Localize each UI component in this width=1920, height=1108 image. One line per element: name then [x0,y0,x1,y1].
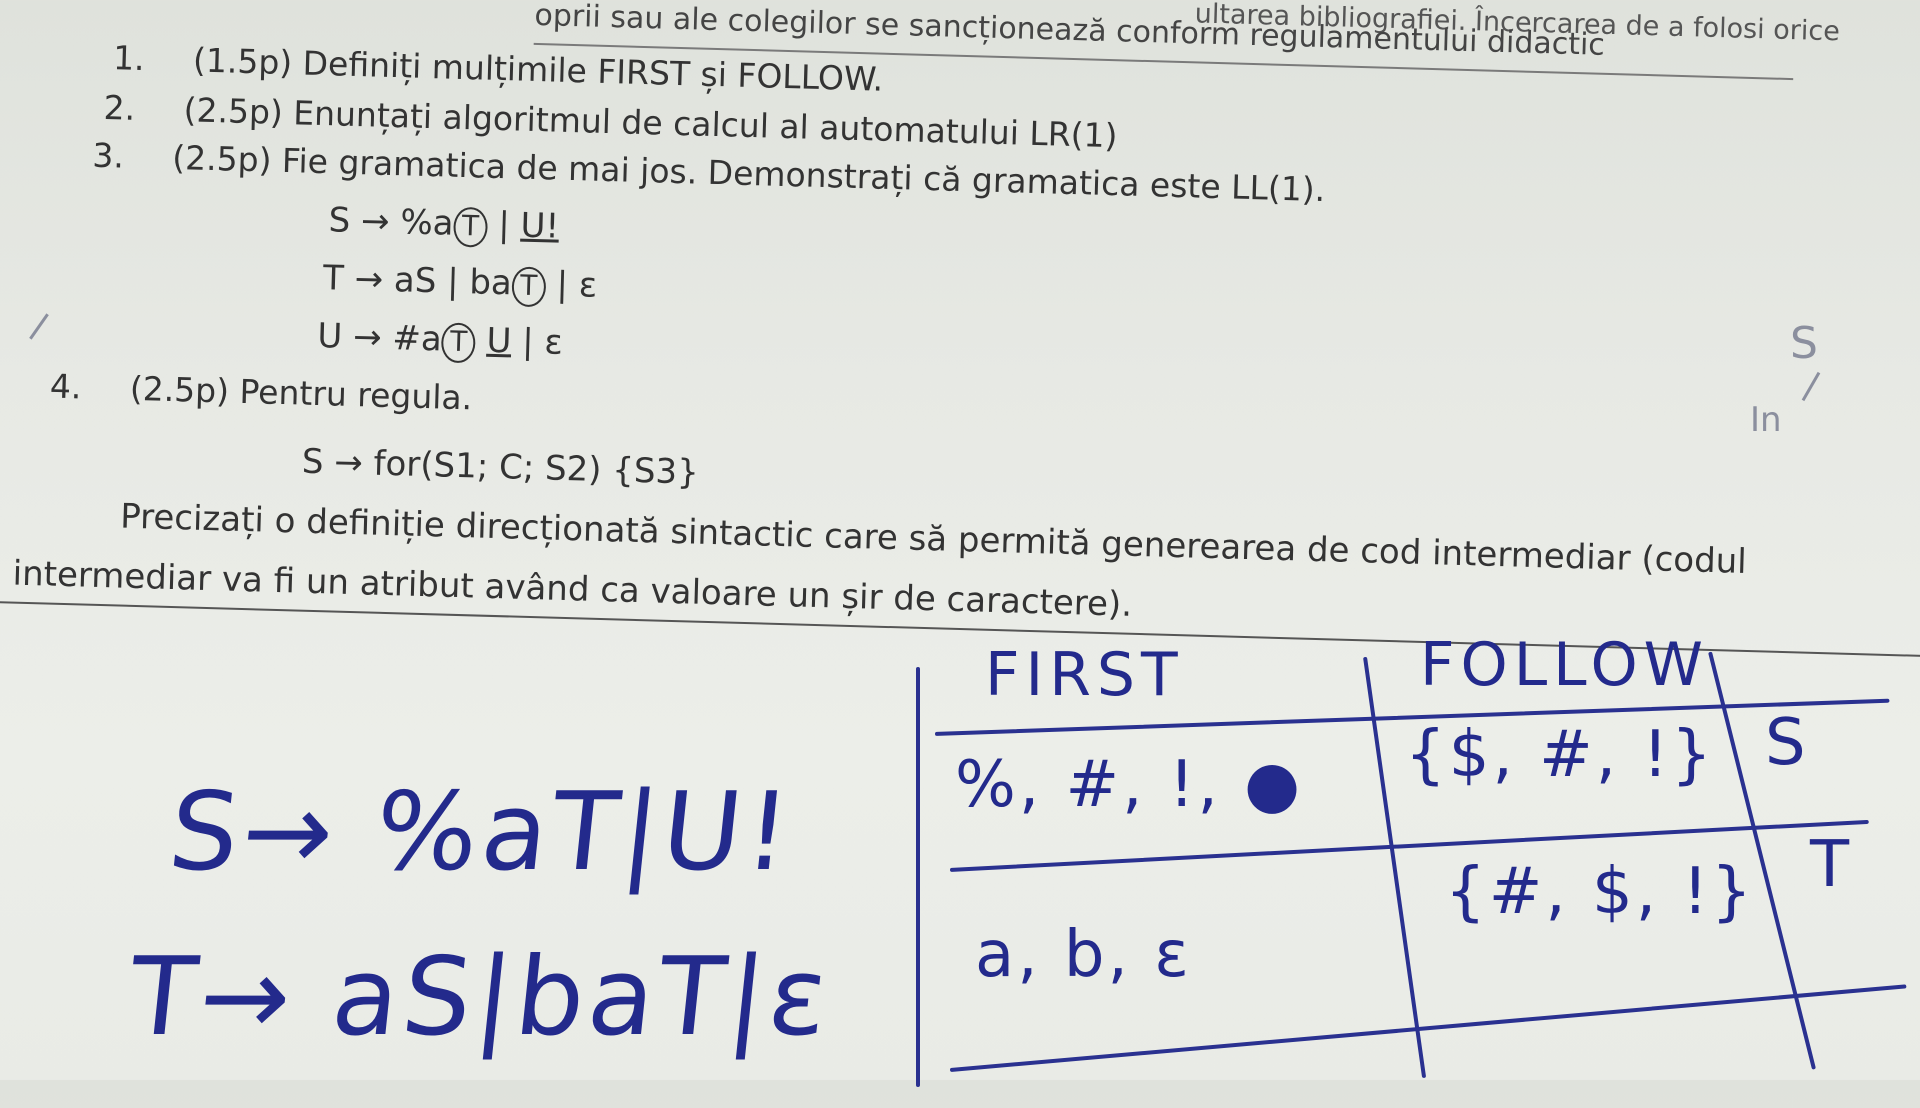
rule-s-rhs-b: | [497,204,522,246]
rule-t-arrow: → [354,259,384,300]
question-1: 1. (1.5p) Definiți mulțimile FIRST și FOL… [113,38,884,98]
question-4-rule: S → for(S1; C; S2) {S3} [301,441,700,493]
rule-u-circled-t: T [441,322,477,364]
table-row-2-first: a, b, ε [975,918,1192,992]
question-4: 4. (2.5p) Pentru regula. [49,367,472,418]
table-left-border [916,667,920,1087]
rule-s-rhs-a: %a [399,202,455,244]
rule-u-lhs: U [316,315,343,357]
table-row-1-first: %, #, !, ● [955,748,1303,822]
question-3-number: 3. [91,135,125,176]
rule-u-rhs-a: #a [391,318,443,360]
rule-u-rhs-b: U [485,320,512,362]
rule-t-circled-t: T [511,266,547,308]
handwritten-rule-s: S→ %aT|U! [163,770,800,895]
question-2-number: 2. [103,87,136,128]
rule-t-rhs-a: aS | ba [393,260,513,304]
rule-t-lhs: T [322,258,345,299]
rule-t-rhs-b: | ε [556,264,598,306]
table-header-first: FIRST [985,640,1184,710]
grammar-rule-u: U → #a T U | ε [316,315,564,366]
question-1-number: 1. [112,38,146,79]
table-row-1-nonterminal: S [1765,706,1809,780]
question-3: 3. (2.5p) Fie gramatica de mai jos. Demon… [92,136,1326,209]
table-row-2-nonterminal: T [1810,828,1853,902]
handwritten-rule-t: T→ aS|baT|ε [123,935,838,1060]
table-row-1-follow: {$, #, !} [1405,718,1715,792]
question-4-text: (2.5p) Pentru regula. [129,368,473,418]
question-4-paragraph-2: intermediar va fi un atribut având ca va… [12,553,1133,625]
margin-note-in: In [1750,400,1782,440]
margin-note-s: S [1790,318,1818,369]
grammar-rule-t: T → aS | ba T | ε [322,258,598,309]
rule-s-lhs: S [328,200,351,241]
rule-u-rhs-c: | ε [521,321,564,363]
question-3-text: (2.5p) Fie gramatica de mai jos. Demonst… [171,137,1326,210]
question-4-number: 4. [49,366,82,407]
rule-s-circled-t: T [452,206,488,248]
rule-s-arrow: → [360,201,391,242]
table-header-follow: FOLLOW [1420,630,1710,700]
grammar-rule-s: S → %a T | U! [328,200,560,249]
rule-u-arrow: → [352,316,383,358]
rule-s-rhs-c: U! [520,205,560,247]
table-row-2-follow: {#, $, !} [1445,855,1755,929]
